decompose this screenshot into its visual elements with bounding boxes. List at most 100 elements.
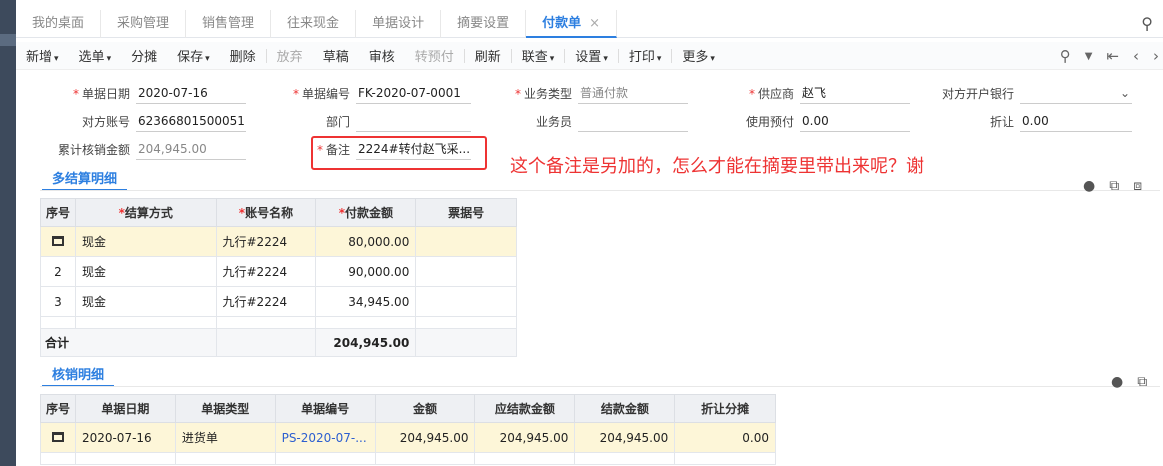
annotation-text: 这个备注是另加的，怎么才能在摘要里带出来呢？谢 <box>510 156 924 177</box>
location-icon[interactable]: ● <box>1111 374 1123 390</box>
copy-row-icon[interactable]: ⧉ <box>1109 178 1119 194</box>
col-discount: 折让分摊 <box>674 394 776 423</box>
chevron-down-icon[interactable]: ▼ <box>1085 51 1093 62</box>
prev-icon[interactable]: ‹ <box>1133 47 1139 65</box>
verify-divider <box>40 386 1160 387</box>
toolbar-button-5[interactable]: 放弃 <box>267 46 313 65</box>
toolbar-button-6[interactable]: 草稿 <box>313 46 359 65</box>
toolbar-button-3[interactable]: 保存 ▾ <box>167 46 220 65</box>
col-account: *账号名称 <box>215 198 317 227</box>
prepay-input[interactable]: 0.00 <box>800 110 910 132</box>
toolbar-button-7[interactable]: 审核 <box>359 46 405 65</box>
chevron-down-icon: ▾ <box>205 54 210 64</box>
verify-section-title[interactable]: 核销明细 <box>42 364 115 387</box>
verify-header-row: 序号 单据日期 单据类型 单据编号 金额 应结款金额 结款金额 折让分摊 <box>40 394 776 423</box>
search-icon[interactable]: ⚲ <box>1141 14 1153 33</box>
toolbar-button-10[interactable]: 联查 ▾ <box>512 46 565 65</box>
col-doc-no: 单据编号 <box>274 394 376 423</box>
field-supplier: * 供应商 赵飞 <box>722 82 910 104</box>
col-ticket: 票据号 <box>415 198 517 227</box>
verify-tools: ● ⧉ <box>1111 374 1147 390</box>
dept-input[interactable] <box>356 110 471 132</box>
settlement-section-title[interactable]: 多结算明细 <box>42 168 128 191</box>
chevron-down-icon: ▾ <box>710 54 715 64</box>
paste-icon[interactable]: ⧈ <box>1133 178 1142 194</box>
toolbar-button-label: 审核 <box>368 50 395 65</box>
table-row[interactable]: 3 现金 九行#2224 34,945.00 <box>40 286 517 317</box>
toolbar-button-label: 删除 <box>229 50 256 65</box>
verify-table: 序号 单据日期 单据类型 单据编号 金额 应结款金额 结款金额 折让分摊 202… <box>40 394 776 465</box>
col-due: 应结款金额 <box>474 394 576 423</box>
chevron-down-icon: ▾ <box>106 54 112 64</box>
staff-input[interactable] <box>578 110 688 132</box>
chevron-down-icon: ⌄ <box>1119 86 1130 100</box>
table-row[interactable]: 2020-07-16 进货单 PS-2020-07-... 204,945.00… <box>40 422 776 453</box>
table-row-empty[interactable] <box>40 316 517 329</box>
toolbar-button-label: 转预付 <box>414 50 454 65</box>
account-input[interactable]: 62366801500051... <box>136 110 246 132</box>
table-row[interactable]: 2 现金 九行#2224 90,000.00 <box>40 256 517 287</box>
toolbar-button-12[interactable]: 打印 ▾ <box>619 46 672 65</box>
table-row[interactable]: 现金 九行#2224 80,000.00 <box>40 226 517 257</box>
toolbar-button-4[interactable]: 删除 <box>220 46 266 65</box>
tab-doc-design[interactable]: 单据设计 <box>356 9 442 38</box>
toolbar-button-label: 新增 <box>26 50 53 65</box>
chevron-down-icon: ▾ <box>603 54 608 64</box>
field-staff: 业务员 <box>496 110 688 132</box>
date-input[interactable]: 2020-07-16 <box>136 82 246 104</box>
tab-payment[interactable]: 付款单 × <box>526 9 618 38</box>
toolbar-button-label: 打印 <box>628 50 655 65</box>
discount-input[interactable]: 0.00 <box>1020 110 1132 132</box>
doc-link[interactable]: PS-2020-07-... <box>274 422 376 453</box>
toolbar-button-label: 放弃 <box>276 50 303 65</box>
col-amount: *付款金额 <box>315 198 417 227</box>
field-account: 对方账号 62366801500051... <box>16 110 246 132</box>
col-method: *结算方式 <box>74 198 217 227</box>
toolbar-button-9[interactable]: 刷新 <box>465 46 511 65</box>
tab-cash[interactable]: 往来现金 <box>271 9 357 38</box>
verify-total-input[interactable]: 204,945.00 <box>136 138 246 160</box>
toolbar-button-label: 分摊 <box>131 50 158 65</box>
row-menu-icon[interactable] <box>51 235 64 246</box>
settlement-total-row: 合计 204,945.00 <box>40 328 517 357</box>
toolbar-button-label: 设置 <box>575 50 602 65</box>
next-icon[interactable]: › <box>1153 47 1159 65</box>
table-row-empty[interactable] <box>40 452 776 465</box>
settlement-table: 序号 *结算方式 *账号名称 *付款金额 票据号 现金 九行#2224 80,0… <box>40 198 517 357</box>
remark-highlight-box <box>311 136 487 170</box>
bank-select[interactable]: ⌄ <box>1020 82 1132 104</box>
toolbar-button-label: 联查 <box>521 50 548 65</box>
toolbar: 新增 ▾ 选单 ▾ 分摊 保存 ▾ 删除 放弃 草稿 审核 转预付 刷新 联查 ▾ 设置 ▾ 打印 ▾ 更多 ▾ ⚲ ▼… <box>16 42 1163 70</box>
col-no: 序号 <box>40 394 76 423</box>
settlement-header-row: 序号 *结算方式 *账号名称 *付款金额 票据号 <box>40 198 517 227</box>
toolbar-button-1[interactable]: 选单 ▾ <box>69 46 122 65</box>
first-page-icon[interactable]: ⇤ <box>1106 47 1119 65</box>
zoom-icon[interactable]: ⚲ <box>1060 47 1071 65</box>
close-icon[interactable]: × <box>589 16 600 31</box>
tab-purchase[interactable]: 采购管理 <box>101 9 187 38</box>
field-prepay: 使用预付 0.00 <box>722 110 910 132</box>
toolbar-button-label: 保存 <box>177 50 204 65</box>
location-icon[interactable]: ● <box>1083 178 1095 194</box>
row-menu-icon[interactable] <box>51 431 64 442</box>
toolbar-button-0[interactable]: 新增 ▾ <box>16 46 69 65</box>
copy-row-icon[interactable]: ⧉ <box>1137 374 1147 390</box>
doc-no-input[interactable]: FK-2020-07-0001 <box>356 82 471 104</box>
tab-summary-settings[interactable]: 摘要设置 <box>441 9 527 38</box>
tab-sales[interactable]: 销售管理 <box>186 9 272 38</box>
toolbar-button-13[interactable]: 更多 ▾ <box>672 46 725 65</box>
toolbar-button-label: 刷新 <box>474 50 501 65</box>
field-discount: 折让 0.00 <box>926 110 1132 132</box>
col-amount: 金额 <box>374 394 476 423</box>
biz-type-input[interactable]: 普通付款 <box>578 82 688 104</box>
toolbar-button-8[interactable]: 转预付 <box>405 46 464 65</box>
field-biz-type: * 业务类型 普通付款 <box>496 82 688 104</box>
toolbar-right: ⚲ ▼ ⇤ ‹ › <box>1060 42 1163 70</box>
chevron-down-icon: ▾ <box>549 54 555 64</box>
toolbar-button-2[interactable]: 分摊 <box>121 46 167 65</box>
supplier-input[interactable]: 赵飞 <box>800 82 910 104</box>
tab-desktop[interactable]: 我的桌面 <box>16 9 102 38</box>
toolbar-button-11[interactable]: 设置 ▾ <box>565 46 618 65</box>
col-type: 单据类型 <box>174 394 276 423</box>
field-verify-total: 累计核销金额 204,945.00 <box>16 138 246 160</box>
